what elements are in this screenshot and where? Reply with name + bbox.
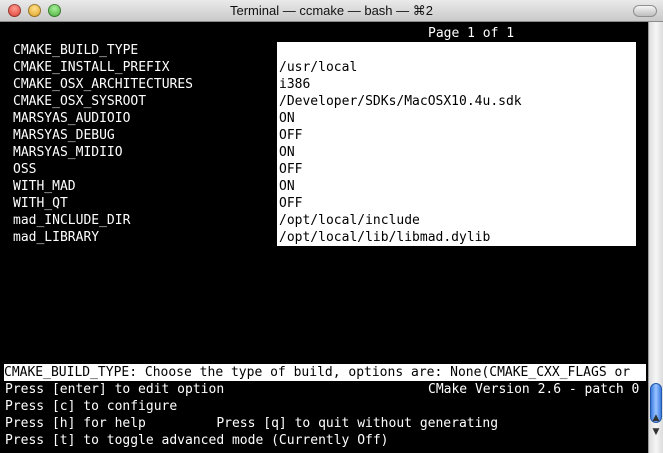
help-line: Press [enter] to edit option — [5, 382, 225, 397]
terminal-window: Terminal — ccmake — bash — ⌘2 Page 1 of … — [0, 0, 663, 453]
option-name[interactable]: mad_INCLUDE_DIR — [13, 212, 130, 229]
option-value[interactable]: OFF — [279, 127, 302, 144]
option-name[interactable]: CMAKE_BUILD_TYPE — [13, 42, 138, 59]
scroll-down-arrow-icon[interactable]: ▼ — [649, 425, 663, 439]
help-line: Press [t] to toggle advanced mode (Curre… — [5, 433, 389, 448]
option-name[interactable]: MARSYAS_AUDIOIO — [13, 110, 130, 127]
option-value[interactable]: /Developer/SDKs/MacOSX10.4u.sdk — [279, 93, 522, 110]
option-name[interactable]: mad_LIBRARY — [13, 229, 99, 246]
option-name[interactable]: WITH_MAD — [13, 178, 76, 195]
cmake-version: CMake Version 2.6 - patch 0 — [428, 382, 640, 397]
option-value[interactable]: ON — [279, 178, 295, 195]
option-value[interactable]: ON — [279, 144, 295, 161]
option-value[interactable]: OFF — [279, 195, 302, 212]
title-bar[interactable]: Terminal — ccmake — bash — ⌘2 — [0, 0, 663, 22]
option-name[interactable]: CMAKE_OSX_ARCHITECTURES — [13, 76, 193, 93]
terminal-content[interactable]: Page 1 of 1 CMAKE_BUILD_TYPE CMAKE_INSTA… — [0, 22, 648, 453]
option-value[interactable]: /usr/local — [279, 59, 357, 76]
option-name[interactable]: WITH_QT — [13, 195, 68, 212]
option-value[interactable]: ON — [279, 110, 295, 127]
option-name[interactable]: CMAKE_OSX_SYSROOT — [13, 93, 146, 110]
window-title: Terminal — ccmake — bash — ⌘2 — [229, 3, 433, 18]
option-name[interactable]: MARSYAS_MIDIIO — [13, 144, 123, 161]
scroll-up-arrow-icon[interactable]: ▲ — [649, 411, 663, 425]
option-value[interactable]: OFF — [279, 161, 302, 178]
option-value[interactable]: /opt/local/include — [279, 212, 420, 229]
option-value[interactable]: i386 — [279, 76, 310, 93]
help-line: Press [c] to configure — [5, 399, 178, 414]
option-name[interactable]: OSS — [13, 161, 36, 178]
toolbar-toggle-button[interactable] — [633, 5, 657, 17]
option-value[interactable]: /opt/local/lib/libmad.dylib — [279, 229, 490, 246]
vertical-scrollbar[interactable]: ▲ ▼ — [648, 22, 663, 453]
option-description-bar: CMAKE_BUILD_TYPE: Choose the type of bui… — [4, 364, 646, 381]
page-info: Page 1 of 1 — [428, 26, 515, 41]
help-line: Press [h] for help Press [q] to quit wit… — [5, 416, 499, 431]
option-name[interactable]: MARSYAS_DEBUG — [13, 127, 115, 144]
option-name[interactable]: CMAKE_INSTALL_PREFIX — [13, 59, 170, 76]
